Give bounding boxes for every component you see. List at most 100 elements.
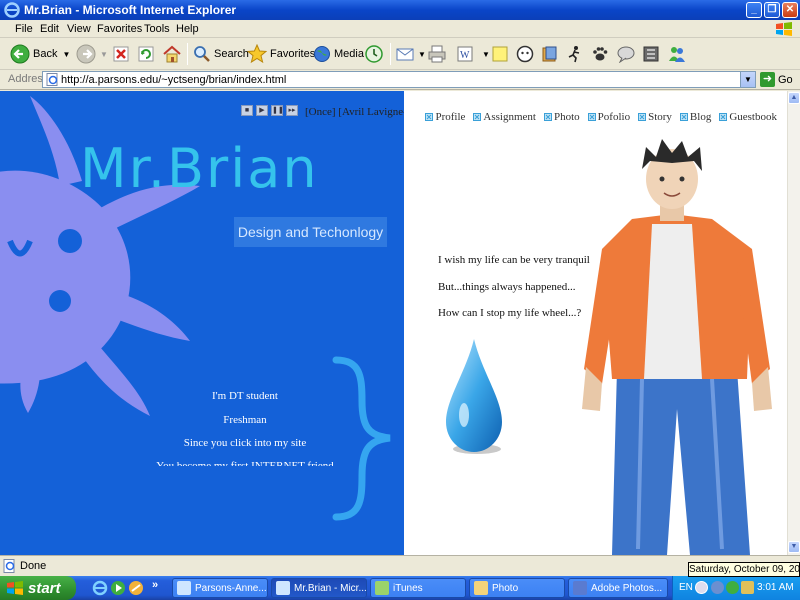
menu-edit[interactable]: Edit: [40, 23, 59, 35]
mail-icon: [396, 48, 414, 61]
toolbar-separator: [390, 43, 391, 65]
nav-assignment[interactable]: Assignment: [473, 111, 536, 123]
window-title: Mr.Brian - Microsoft Internet Explorer: [24, 3, 237, 17]
windows-flag-icon: [776, 22, 792, 36]
task-parsons[interactable]: Parsons-Anne...: [172, 578, 268, 598]
internet-explorer-icon: [4, 2, 20, 18]
start-button[interactable]: start: [0, 576, 76, 600]
history-icon: [365, 45, 383, 63]
forward-button[interactable]: ▼: [76, 42, 108, 66]
menu-favorites[interactable]: Favorites: [97, 23, 142, 35]
address-field-box[interactable]: ▼: [42, 71, 756, 88]
nav-portfolio[interactable]: Pofolio: [587, 111, 630, 123]
home-icon: [163, 45, 181, 63]
aim-button[interactable]: [566, 42, 584, 66]
edit-dropdown-icon[interactable]: ▼: [482, 50, 490, 59]
refresh-button[interactable]: [137, 42, 155, 66]
title-bar[interactable]: Mr.Brian - Microsoft Internet Explorer _…: [0, 0, 800, 20]
tray-network-icon[interactable]: [711, 581, 724, 594]
site-logo-title: Mr.Brian: [80, 137, 319, 200]
print-button[interactable]: [427, 42, 447, 66]
system-tray: EN 3:01 AM: [672, 576, 800, 600]
nav-story[interactable]: Story: [638, 111, 672, 123]
stop-icon: [113, 46, 129, 62]
nav-guestbook[interactable]: Guestbook: [719, 111, 777, 123]
messenger-people-button[interactable]: [667, 42, 687, 66]
language-indicator[interactable]: EN: [679, 582, 693, 593]
page-done-icon: [3, 559, 15, 573]
stop-music-button[interactable]: ■: [241, 105, 253, 116]
go-button[interactable]: ➜ Go: [760, 72, 793, 87]
task-mr-brian[interactable]: Mr.Brian - Micr...: [271, 578, 367, 598]
start-label: start: [28, 579, 61, 597]
page-viewport: ■ ▶ ❚❚ ▸▸ [Once] [Avril Lavigne-Tomorrow…: [0, 91, 787, 555]
menu-file[interactable]: File: [15, 23, 33, 35]
mail-dropdown-icon[interactable]: ▼: [418, 50, 426, 59]
close-button[interactable]: ✕: [782, 2, 798, 18]
play-music-button[interactable]: ▶: [256, 105, 268, 116]
tray-globe-icon[interactable]: [726, 581, 739, 594]
favorites-button[interactable]: Favorites: [247, 42, 315, 66]
scroll-up-button[interactable]: ▲: [788, 92, 800, 104]
quicklaunch-ie-icon[interactable]: [92, 580, 108, 596]
water-drop-graphic: [446, 339, 502, 454]
search-button[interactable]: Search: [193, 42, 249, 66]
menu-tools[interactable]: Tools: [144, 23, 170, 35]
media-button[interactable]: Media: [313, 42, 364, 66]
chat-button[interactable]: [616, 42, 636, 66]
back-button[interactable]: Back ▼: [10, 42, 70, 66]
history-button[interactable]: [364, 42, 384, 66]
word-edit-icon: W: [457, 46, 473, 62]
tray-volume-icon[interactable]: [741, 581, 754, 594]
music-player-controls: ■ ▶ ❚❚ ▸▸: [241, 105, 298, 116]
mail-button[interactable]: ▼: [396, 42, 426, 66]
vertical-scrollbar[interactable]: ▲ ▼: [787, 91, 800, 555]
nav-photo[interactable]: Photo: [543, 111, 580, 123]
quicklaunch-more-icon[interactable]: »: [152, 579, 158, 591]
stop-button[interactable]: [112, 42, 130, 66]
nav-bullet-icon: [638, 113, 647, 121]
folder-icon: [474, 581, 488, 595]
home-button[interactable]: [162, 42, 182, 66]
edit-button[interactable]: W ▼: [456, 42, 490, 66]
boy-illustration: [582, 139, 772, 555]
tray-expand-icon[interactable]: [695, 581, 708, 594]
archive-button[interactable]: [642, 42, 660, 66]
scroll-down-button[interactable]: ▼: [788, 541, 800, 553]
nav-profile[interactable]: Profile: [425, 111, 465, 123]
task-photoshop[interactable]: Adobe Photos...: [568, 578, 668, 598]
forward-dropdown-icon[interactable]: ▼: [100, 50, 108, 59]
discuss-button[interactable]: [491, 42, 509, 66]
star-icon: [247, 44, 267, 64]
quicklaunch-messenger-icon[interactable]: [128, 580, 144, 596]
site-subtitle: Design and Techonlogy: [234, 217, 387, 247]
itunes-icon: [375, 581, 389, 595]
book-icon: [542, 46, 557, 62]
research-button[interactable]: [541, 42, 559, 66]
refresh-icon: [138, 46, 154, 62]
messenger-button[interactable]: [516, 42, 534, 66]
people-icon: [669, 47, 685, 62]
forward-arrow-icon: [76, 44, 96, 64]
nav-blog[interactable]: Blog: [679, 111, 711, 123]
minimize-button[interactable]: _: [746, 2, 762, 18]
menu-view[interactable]: View: [67, 23, 91, 35]
back-dropdown-icon[interactable]: ▼: [62, 50, 70, 59]
next-music-button[interactable]: ▸▸: [286, 105, 298, 116]
quicklaunch-media-player-icon[interactable]: [110, 580, 126, 596]
address-input[interactable]: [61, 72, 731, 87]
pause-music-button[interactable]: ❚❚: [271, 105, 284, 116]
tray-clock[interactable]: 3:01 AM: [757, 582, 794, 593]
restore-button[interactable]: ❐: [764, 2, 780, 18]
back-arrow-icon: [10, 44, 30, 64]
paw-button[interactable]: [591, 42, 609, 66]
nav-bullet-icon: [543, 113, 552, 121]
task-photo-folder[interactable]: Photo: [469, 578, 565, 598]
task-itunes[interactable]: iTunes: [370, 578, 466, 598]
address-bar: Address ▼ ➜ Go: [0, 70, 800, 90]
address-dropdown-button[interactable]: ▼: [740, 72, 755, 87]
menu-help[interactable]: Help: [176, 23, 199, 35]
clock-face-icon: [516, 45, 534, 63]
running-man-icon: [568, 46, 580, 63]
ie-window-icon: [177, 581, 191, 595]
